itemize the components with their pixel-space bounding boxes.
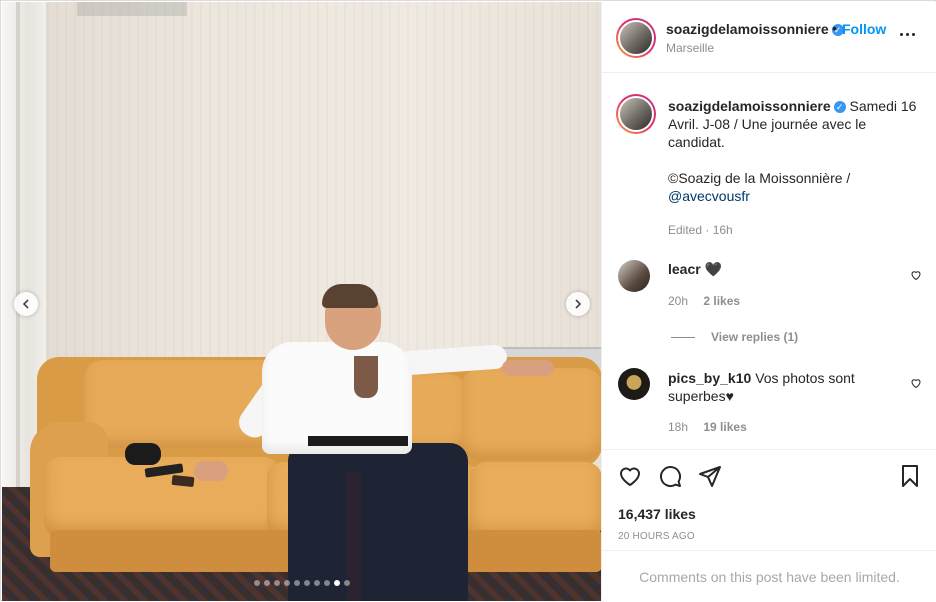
send-icon[interactable]: [698, 464, 722, 488]
photo-chest: [354, 356, 378, 398]
carousel-indicator: [2, 580, 601, 586]
caption-username[interactable]: soazigdelamoissonniere: [668, 98, 831, 114]
instagram-post-modal: soazigdelamoissonniere ✓ • Follow Marseil…: [0, 0, 936, 601]
view-replies-button[interactable]: View replies (1): [671, 330, 798, 344]
author-avatar[interactable]: [616, 18, 656, 58]
caption-line2: ©Soazig de la Moissonnière /: [668, 170, 851, 186]
post-timestamp[interactable]: 20 HOURS AGO: [618, 531, 695, 542]
comments-list[interactable]: soazigdelamoissonniere ✓ Samedi 16 Avril.…: [602, 74, 936, 449]
comment-meta: 18h 19 likes: [668, 420, 747, 434]
photo-phone: [171, 474, 195, 488]
photo-hair: [322, 284, 378, 308]
chevron-left-icon: [22, 299, 29, 309]
caption-edited: Edited · 16h: [668, 223, 733, 237]
comment-like-heart-icon[interactable]: [910, 377, 922, 389]
follow-button[interactable]: Follow: [842, 21, 886, 37]
post-photo[interactable]: [2, 2, 601, 601]
header-separator: •: [832, 20, 837, 36]
post-location[interactable]: Marseille: [666, 41, 714, 55]
comment-username[interactable]: pics_by_k10: [668, 370, 751, 386]
carousel-dot: [343, 580, 350, 586]
author-username[interactable]: soazigdelamoissonniere ✓: [666, 21, 844, 37]
carousel-dot: [293, 580, 300, 586]
photo-trousers: [288, 443, 468, 601]
comment-like-heart-icon[interactable]: [910, 269, 922, 281]
photo-belt: [308, 436, 408, 446]
comment-meta: 20h 2 likes: [668, 294, 740, 308]
post-caption: soazigdelamoissonniere ✓ Samedi 16 Avril.…: [668, 97, 918, 239]
caption-author-avatar[interactable]: [616, 94, 656, 134]
comment-icon[interactable]: [658, 464, 682, 488]
comment-avatar[interactable]: [618, 368, 650, 400]
comment-likes[interactable]: 19 likes: [703, 420, 746, 434]
photo-right-hand: [502, 360, 554, 376]
verified-badge-icon: ✓: [833, 101, 846, 114]
comment-avatar[interactable]: [618, 260, 650, 292]
photo-back-cushion: [462, 368, 601, 460]
photo-bag: [125, 443, 161, 465]
post-actions: 16,437 likes 20 HOURS AGO Comments on th…: [602, 449, 936, 601]
caption-mention[interactable]: @avecvousfr: [668, 188, 750, 204]
heart-icon[interactable]: [618, 464, 642, 488]
chevron-right-icon: [575, 299, 582, 309]
photo-wall-sign: [77, 2, 187, 16]
photo-left-hand: [194, 461, 228, 481]
bookmark-icon[interactable]: [898, 464, 922, 488]
post-side-panel: soazigdelamoissonniere ✓ • Follow Marseil…: [601, 2, 936, 601]
comment-item: pics_by_k10 Vos photos sont superbes♥: [668, 369, 898, 405]
author-username-text[interactable]: soazigdelamoissonniere: [666, 21, 829, 37]
carousel-dot: [313, 580, 320, 586]
comments-limited-notice: Comments on this post have been limited.: [602, 550, 936, 602]
comment-time: 20h: [668, 294, 689, 308]
comment-item: leacr 🖤: [668, 261, 722, 278]
more-options-icon[interactable]: [900, 27, 918, 41]
comment-time: 18h: [668, 420, 689, 434]
carousel-dot: [253, 580, 260, 586]
carousel-dot: [263, 580, 270, 586]
photo-curtain-fold: [16, 2, 20, 487]
photo-seat-cushion: [470, 462, 601, 540]
comment-emoji: 🖤: [704, 261, 723, 277]
replies-line: [671, 336, 695, 338]
post-header: soazigdelamoissonniere ✓ • Follow Marseil…: [602, 2, 936, 73]
carousel-dot: [273, 580, 280, 586]
comment-likes[interactable]: 2 likes: [703, 294, 740, 308]
carousel-dot: [283, 580, 290, 586]
carousel-dot: [333, 580, 340, 586]
likes-count[interactable]: 16,437 likes: [618, 506, 696, 522]
carousel-dot: [323, 580, 330, 586]
view-replies-label[interactable]: View replies (1): [711, 330, 798, 344]
carousel-next-button[interactable]: [566, 292, 590, 316]
carousel-prev-button[interactable]: [14, 292, 38, 316]
comment-username[interactable]: leacr: [668, 261, 701, 277]
carousel-dot: [303, 580, 310, 586]
